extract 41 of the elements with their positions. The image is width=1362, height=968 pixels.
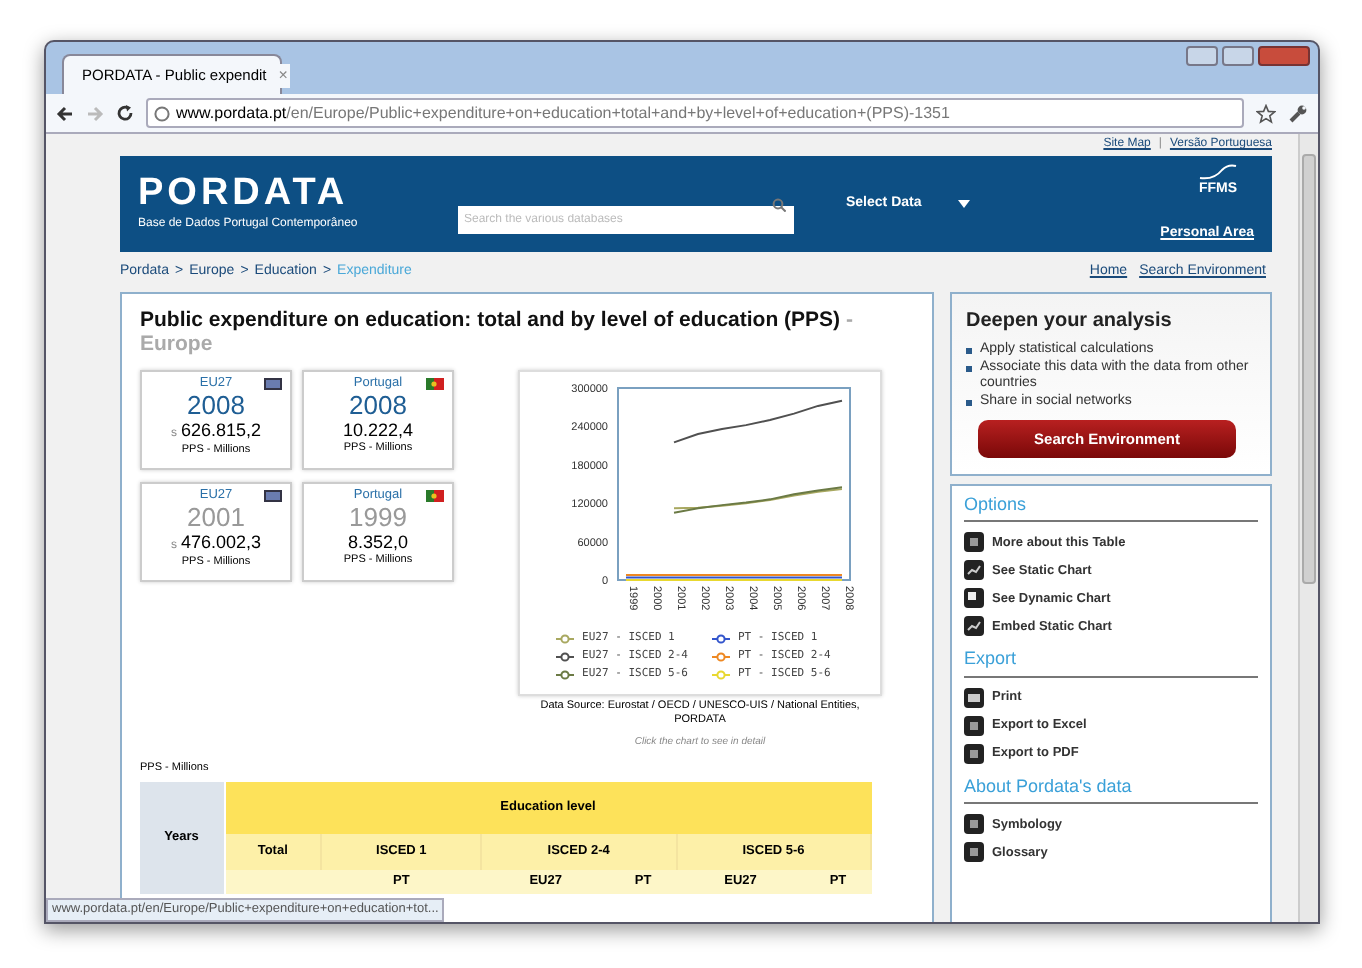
flag-icon: [264, 489, 282, 501]
search-icon: [772, 197, 786, 211]
page-title: Public expenditure on education: total and by level of education (PPS) - Europe: [140, 308, 855, 356]
stat-value: 476.002,3: [180, 531, 262, 553]
section-title: Options: [964, 491, 1258, 523]
minimize-button[interactable]: [1186, 46, 1218, 66]
chart-icon: [964, 560, 984, 581]
stat-year: 2001: [187, 503, 245, 531]
bullet-icon: [966, 348, 972, 354]
site-logo[interactable]: PORDATA: [138, 174, 438, 212]
globe-icon: [154, 105, 170, 121]
stat-value: 10.222,4: [342, 420, 414, 442]
stat-value: 626.815,2: [180, 420, 262, 442]
embed-icon: [964, 616, 984, 637]
bullet-icon: [966, 365, 972, 371]
vertical-scrollbar[interactable]: [1298, 134, 1318, 922]
reload-button[interactable]: [116, 104, 134, 122]
wrench-icon[interactable]: [1288, 103, 1308, 123]
dynamic-icon: [964, 588, 984, 609]
section-title: Export: [964, 646, 1258, 678]
print-icon: [964, 687, 984, 708]
flag-icon: [426, 378, 444, 390]
flag-icon: [264, 378, 282, 390]
close-button[interactable]: [1258, 46, 1310, 66]
forward-button[interactable]: [86, 105, 104, 121]
url-text: www.pordata.pt/en/Europe/Public+expenditure+on+education+total+and+by+level+of+education+(PPS)-1351: [176, 101, 950, 125]
bullet-icon: [966, 399, 972, 405]
section-title: About Pordata's data: [964, 773, 1258, 805]
caret-icon: [957, 200, 970, 208]
promo-title: Deepen your analysis: [966, 308, 1174, 336]
stat-year: 2008: [187, 392, 245, 420]
back-button[interactable]: [56, 105, 74, 121]
scrollbar-thumb[interactable]: [1302, 154, 1316, 584]
stat-value: 8.352,0: [347, 531, 409, 553]
address-bar[interactable]: www.pordata.pt/en/Europe/Public+expenditure+on+education+total+and+by+level+of+education+(PPS)-1351: [146, 98, 1244, 128]
bookmark-star-icon[interactable]: [1256, 103, 1276, 123]
stat-year: 2008: [349, 392, 407, 420]
maximize-button[interactable]: [1222, 46, 1254, 66]
wave-logo-icon: [1198, 164, 1238, 180]
flag-icon: [426, 489, 444, 501]
stat-year: 1999: [349, 503, 407, 531]
